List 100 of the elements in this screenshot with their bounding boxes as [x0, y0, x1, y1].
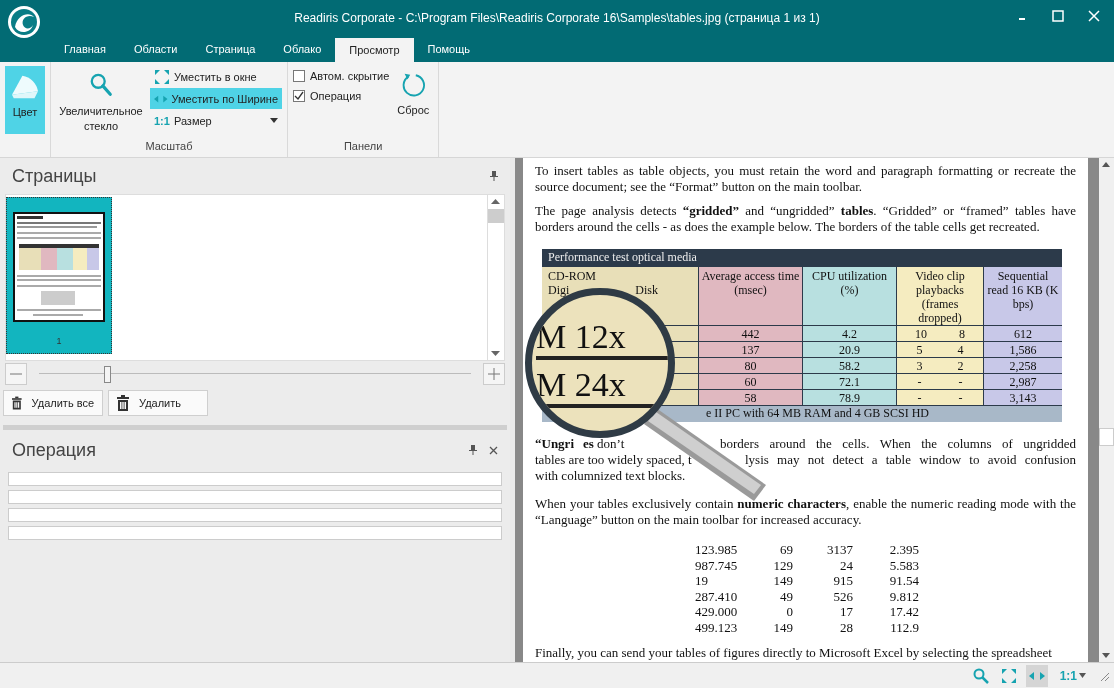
table-cell: 58: [698, 390, 802, 405]
fit-window-icon: [154, 68, 170, 85]
table-cell: 60: [698, 374, 802, 389]
table-cell: 80: [698, 358, 802, 373]
paragraph: To insert tables as table objects, you must retain the word and paragraph formatting or recreate the source document; see the “Format” button on the main toolbar.: [535, 163, 1076, 195]
pin-icon[interactable]: [469, 445, 477, 455]
text-fragment: “Ungri: [535, 436, 575, 452]
checkbox[interactable]: [293, 70, 305, 82]
table-cell: 58.2: [802, 358, 896, 373]
table-cell: 2: [957, 359, 964, 372]
table-cell: 612: [983, 326, 1062, 341]
text-fragment: lysis may not detect a table window to avoid confusion: [745, 452, 1076, 468]
number-cell-text: 123.985: [695, 542, 739, 558]
checkbox-label: Операция: [310, 90, 362, 102]
ribbon-tab[interactable]: Облако: [269, 36, 336, 62]
checkbox-label: Автом. скрытие: [310, 70, 390, 82]
table-cell: 20.9: [802, 342, 896, 357]
number-cell-text: 526: [832, 588, 854, 604]
paragraph: When your tables exclusively contain numeric characters, enable the numeric reading mode with the “Language” button on the main toolbar for increased accuracy.: [535, 496, 1076, 528]
zoom-option[interactable]: Уместить в окне: [150, 66, 282, 87]
number-cell-text: 0: [785, 604, 793, 620]
checkbox[interactable]: [293, 90, 305, 102]
fit-window-icon: [1000, 667, 1017, 684]
number-cell-text: 129: [772, 557, 793, 573]
table-title: Performance test optical media: [547, 249, 698, 266]
color-button[interactable]: Цвет: [5, 66, 45, 134]
slider-thumb[interactable]: [103, 366, 111, 383]
ribbon-tab[interactable]: Главная: [50, 36, 120, 62]
number-cell-text: 149: [772, 573, 793, 589]
table-header: Digi: [548, 283, 570, 297]
table-cell: 3,143: [983, 390, 1062, 405]
magnified-text: M 24x: [536, 366, 668, 408]
number-cell-text: 3137: [826, 542, 854, 558]
plus-icon: [487, 367, 501, 381]
table-cell: 8: [959, 327, 965, 340]
table-header: CD-ROM: [548, 269, 597, 283]
table-cell: 137: [698, 342, 802, 357]
paragraph: Finally, you can send your tables of figures directly to Microsoft Excel by selecting the spreadsheet: [535, 645, 1053, 661]
reset-button[interactable]: Сброс: [393, 66, 434, 120]
number-cell-text: 9.812: [888, 588, 919, 604]
number-cell-text: 17.42: [888, 604, 919, 620]
magnified-text: M 12x: [536, 318, 668, 360]
table-cell: 4: [957, 343, 964, 356]
panel-title: Операция: [12, 439, 96, 461]
number-cell-text: 69: [779, 542, 793, 558]
group-label: Масштаб: [144, 140, 194, 154]
ribbon-tab[interactable]: Помощь: [413, 36, 485, 62]
refresh-icon: [400, 72, 427, 98]
zoom-option[interactable]: Уместить по Ширине: [150, 88, 282, 109]
table-cell: 10: [915, 327, 927, 340]
table-header: Sequential read 16 KB (K bps): [983, 267, 1062, 325]
magnifier-button[interactable]: Увеличительное стекло: [56, 66, 146, 138]
number-cell-text: 112.9: [889, 619, 919, 635]
scroll-thumb[interactable]: [1099, 428, 1114, 446]
search-icon: [972, 667, 989, 684]
maximize-icon[interactable]: [1052, 10, 1064, 22]
table-header: Average access time (msec): [698, 267, 802, 325]
number-cell-text: 28: [839, 619, 854, 635]
scroll-thumb[interactable]: [488, 209, 504, 223]
number-cell-text: 17: [839, 604, 854, 620]
delete-button[interactable]: Удалить: [108, 390, 208, 416]
table-cell: 4.2: [802, 326, 896, 341]
text-fragment: es don’t: [583, 436, 626, 452]
table-cell: -: [917, 375, 922, 388]
thumbnail-size-slider[interactable]: [39, 364, 471, 384]
number-cell-text: 49: [779, 588, 793, 604]
scrollbar[interactable]: [1099, 158, 1114, 662]
fit-width-button[interactable]: [1025, 664, 1048, 687]
text-fragment: with columnized text blocks.: [535, 468, 686, 484]
pin-icon[interactable]: [490, 171, 498, 181]
table-cell: 72.1: [802, 374, 896, 389]
table-header: CPU utilization (%): [802, 267, 896, 325]
window-title: Readiris Corporate - C:\Program Files\Readiris Corporate 16\Samples\tables.jpg (страница 1 из 1): [294, 11, 820, 25]
scrollbar[interactable]: [487, 195, 504, 360]
number-cell-text: 287.410: [695, 588, 739, 604]
table-cell: 1,586: [983, 342, 1062, 357]
zoom-option[interactable]: 1:1 Размер: [150, 110, 282, 131]
number-cell-text: 2.395: [888, 542, 919, 558]
delete-button[interactable]: Удалить все: [3, 390, 103, 416]
close-icon[interactable]: [489, 445, 498, 455]
number-cell-text: 91.54: [888, 573, 919, 589]
table-cell: 78.9: [802, 390, 896, 405]
color-fan-icon: [10, 74, 40, 100]
app-logo-icon: [7, 5, 41, 39]
caret-icon: [270, 118, 278, 123]
number-cell-text: 987.745: [695, 557, 739, 573]
paragraph: The page analysis detects “gridded” and “ungridded” tables. “Gridded” or “framed” tables have borders around the cells - as does the example below. The borders of the table cells get recreated.: [535, 203, 1076, 235]
page-thumbnail[interactable]: 1: [6, 197, 112, 354]
number-cell-text: 19: [695, 573, 709, 589]
trash-icon: [12, 395, 22, 411]
table-cell: 442: [698, 326, 802, 341]
group-label: Панели: [342, 140, 384, 154]
text-fragment: tables are too widely spaced, t: [535, 452, 693, 468]
ribbon-tab[interactable]: Области: [119, 36, 192, 62]
table-header: Video clip playbacks (frames dropped): [896, 267, 983, 325]
table-cell: -: [958, 391, 963, 404]
ribbon-tab[interactable]: Страница: [191, 36, 270, 62]
ribbon-tab[interactable]: Просмотр: [335, 38, 414, 62]
trash-icon: [117, 395, 129, 411]
table-cell: 2,258: [983, 358, 1062, 373]
